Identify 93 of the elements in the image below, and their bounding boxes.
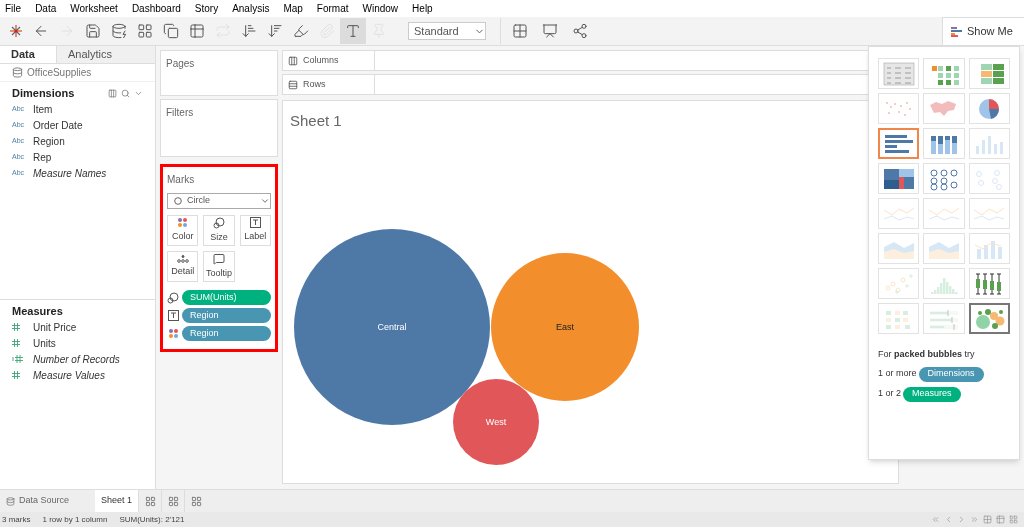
show-me-icon <box>951 26 962 37</box>
requirement-pill: Dimensions <box>918 366 984 382</box>
mark-property-button[interactable]: Label <box>239 215 271 246</box>
size-icon <box>213 216 225 229</box>
sort-descending-icon[interactable] <box>267 23 283 39</box>
menu-item[interactable]: Format <box>316 1 349 16</box>
mark-type-value: Circle <box>187 194 210 208</box>
sheet-tab[interactable]: Data Source <box>0 490 95 512</box>
color-icon <box>167 328 179 339</box>
detail-icon <box>176 254 189 263</box>
menu-item[interactable]: Window <box>362 1 399 16</box>
filters-shelf[interactable]: Filters <box>160 99 278 157</box>
hash-icon <box>12 371 20 379</box>
menu-item[interactable]: Worksheet <box>70 1 118 16</box>
menu-item[interactable]: Help <box>412 1 433 16</box>
bubble-label: Central <box>377 321 407 332</box>
bubble-label: West <box>485 416 507 427</box>
menu-item[interactable]: Analysis <box>232 1 270 16</box>
fit-value: Standard <box>414 23 459 39</box>
label-icon <box>167 310 179 321</box>
color-icon <box>177 217 189 229</box>
shelf-label: Columns <box>303 53 339 67</box>
bubble-label: East <box>556 321 574 332</box>
requirement-text: 1 or 2 <box>878 387 901 401</box>
menu-item[interactable]: Story <box>194 1 219 16</box>
section-title: Measures <box>12 303 63 319</box>
presentation-icon[interactable] <box>542 23 558 39</box>
chart-type-thumbnail[interactable] <box>878 128 920 159</box>
duplicate-icon[interactable] <box>163 23 179 39</box>
dimension-field[interactable]: Rep <box>33 149 52 165</box>
sheet-title: Sheet 1 <box>289 111 343 131</box>
caret-icon <box>260 196 270 206</box>
hash-icon <box>12 339 20 347</box>
status-text: 3 marks <box>2 513 31 526</box>
measure-field[interactable]: Units <box>33 335 56 351</box>
grid-icon[interactable] <box>983 515 992 524</box>
bubble[interactable] <box>453 378 539 465</box>
dimension-field[interactable]: Region <box>33 133 65 149</box>
new-worksheet-icon[interactable] <box>137 23 153 39</box>
section-title: Dimensions <box>12 85 75 101</box>
shelf-label: Rows <box>303 77 326 91</box>
label-icon <box>249 217 261 229</box>
previous-page-icon[interactable] <box>944 515 953 524</box>
dimension-field[interactable]: Item <box>33 101 53 117</box>
new-worksheet-icon[interactable] <box>144 495 156 507</box>
measure-field[interactable]: Measure Values <box>33 367 105 383</box>
mark-property-button[interactable]: Detail <box>167 251 199 282</box>
fit-dropdown[interactable]: Standard <box>408 22 486 40</box>
menu-item[interactable]: Dashboard <box>131 1 181 16</box>
requirement-pill: Measures <box>903 386 961 402</box>
grid-view-icon[interactable] <box>108 88 117 98</box>
add-database-icon[interactable] <box>111 23 127 39</box>
measure-field[interactable]: Number of Records <box>33 351 120 367</box>
save-icon[interactable] <box>85 23 101 39</box>
next-page-icon[interactable] <box>957 515 966 524</box>
table-icon[interactable] <box>996 515 1005 524</box>
size-icon <box>167 291 179 304</box>
share-icon[interactable] <box>572 23 588 39</box>
menu-item[interactable]: File <box>5 1 22 16</box>
mark-property-button[interactable]: Tooltip <box>203 251 235 282</box>
menu-item[interactable]: Map <box>283 1 303 16</box>
datasource-name[interactable]: OfficeSupplies <box>27 65 92 80</box>
search-icon[interactable] <box>121 88 130 98</box>
text-label-icon[interactable] <box>345 23 361 39</box>
menu-item[interactable]: Data <box>35 1 57 16</box>
columns-icon <box>288 55 298 66</box>
logo-icon[interactable] <box>9 24 23 38</box>
datasource-icon <box>12 67 23 78</box>
show-me-button[interactable]: Show Me <box>942 17 1024 45</box>
datasource-icon <box>6 496 15 506</box>
dimension-field[interactable]: Order Date <box>33 117 83 133</box>
mark-property-button[interactable]: Size <box>203 215 235 246</box>
chart-type-thumbnail[interactable] <box>968 303 1010 334</box>
tooltip-icon <box>213 252 225 265</box>
marks-title: Marks <box>167 173 196 187</box>
measure-field[interactable]: Unit Price <box>33 319 77 335</box>
chart-hint: For packed bubbles try <box>878 348 976 361</box>
mark-type-dropdown[interactable]: Circle <box>167 193 271 209</box>
status-text: SUM(Units): 2'121 <box>119 513 185 526</box>
dimension-field[interactable]: Measure Names <box>33 165 107 181</box>
status-text: 1 row by 1 column <box>42 513 108 526</box>
mark-property-button[interactable]: Color <box>167 215 199 246</box>
pane-tab[interactable]: Analytics <box>56 46 155 63</box>
pages-shelf[interactable]: Pages <box>160 50 278 96</box>
highlight-icon[interactable] <box>293 23 309 39</box>
calculated-measure-icon <box>12 355 23 363</box>
rows-icon <box>288 79 298 90</box>
circle-icon <box>174 197 182 205</box>
hash-icon <box>12 323 20 331</box>
sheet-tab[interactable]: Sheet 1 <box>95 490 139 512</box>
bubble[interactable] <box>491 252 639 401</box>
requirement-text: 1 or more <box>878 367 917 381</box>
sort-ascending-icon[interactable] <box>241 23 257 39</box>
